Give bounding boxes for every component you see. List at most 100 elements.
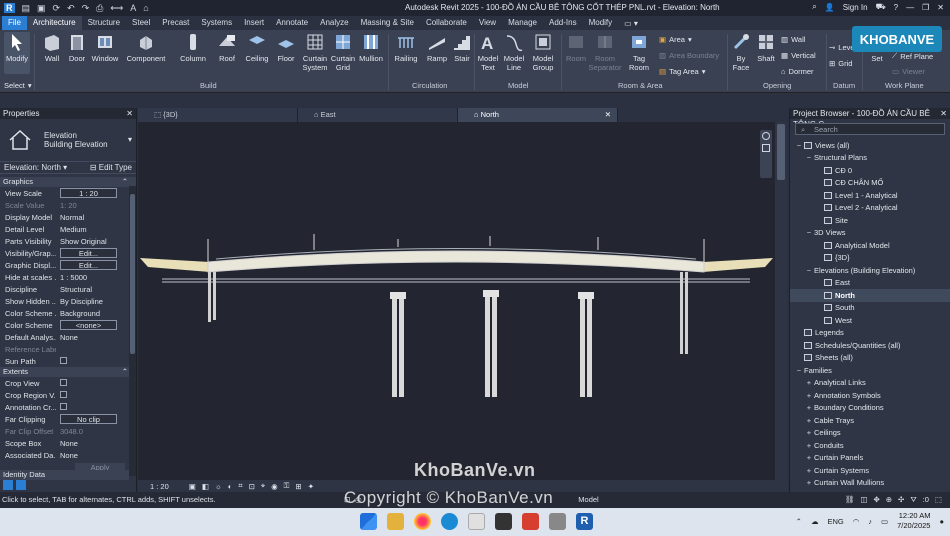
property-value[interactable]: None bbox=[56, 451, 136, 460]
property-value[interactable]: None bbox=[56, 439, 136, 448]
tab-precast[interactable]: Precast bbox=[156, 16, 195, 30]
property-value[interactable]: Edit... bbox=[56, 248, 136, 258]
property-row[interactable]: Detail Level Medium bbox=[0, 223, 136, 235]
tree-node[interactable]: − Views (all) bbox=[790, 139, 950, 152]
property-row[interactable]: Default Analys... None bbox=[0, 331, 136, 343]
tab-collaborate[interactable]: Collaborate bbox=[420, 16, 473, 30]
notifications-icon[interactable]: ● bbox=[939, 517, 944, 526]
property-row[interactable]: Scope Box None bbox=[0, 437, 136, 449]
property-value[interactable]: Background bbox=[56, 309, 136, 318]
property-row[interactable]: Discipline Structural bbox=[0, 283, 136, 295]
stair-button[interactable]: Stair bbox=[450, 32, 474, 63]
analytical-icon[interactable]: ⊞ bbox=[295, 482, 301, 491]
print-icon[interactable]: ⎙ bbox=[96, 3, 103, 14]
temp-hide-icon[interactable]: ⌖ bbox=[261, 481, 265, 491]
property-button[interactable]: 1 : 20 bbox=[60, 188, 117, 198]
model-line-button[interactable]: Model Line bbox=[502, 32, 526, 72]
modify-button[interactable]: Modify bbox=[4, 32, 30, 74]
tree-node[interactable]: West bbox=[790, 314, 950, 327]
property-value[interactable] bbox=[56, 390, 136, 400]
expand-toggle-icon[interactable]: + bbox=[804, 441, 814, 450]
expand-icon[interactable]: ⬚ bbox=[935, 492, 942, 508]
lang-indicator[interactable]: ENG bbox=[827, 517, 843, 526]
column-button[interactable]: Column bbox=[178, 32, 208, 63]
property-button[interactable]: Edit... bbox=[60, 260, 117, 270]
tree-node[interactable]: Level 2 - Analytical bbox=[790, 202, 950, 215]
curtain-system-button[interactable]: Curtain System bbox=[301, 32, 329, 72]
property-row[interactable]: Crop Region V... bbox=[0, 389, 136, 401]
property-value[interactable]: 3048.0 bbox=[56, 427, 136, 436]
tag-area-button[interactable]: ▤ Tag Area ▾ bbox=[659, 67, 705, 76]
revit-logo[interactable]: R bbox=[4, 3, 15, 13]
wifi-icon[interactable]: ◠ bbox=[853, 517, 860, 526]
tree-node[interactable]: + Conduits bbox=[790, 439, 950, 452]
close-icon[interactable]: ✕ bbox=[937, 3, 944, 12]
door-button[interactable]: Door bbox=[66, 32, 88, 63]
browser-search-input[interactable]: ⌕ Search bbox=[795, 123, 945, 135]
pin-icon[interactable]: ✥ bbox=[873, 492, 879, 508]
tree-node[interactable]: − Families bbox=[790, 364, 950, 377]
measure-icon[interactable]: ⟷ bbox=[110, 3, 123, 14]
cloud-icon[interactable]: ☁ bbox=[811, 517, 819, 526]
tree-node[interactable]: North bbox=[790, 289, 950, 302]
expand-toggle-icon[interactable]: + bbox=[804, 478, 814, 487]
grid-button[interactable]: ⊞ Grid bbox=[829, 59, 852, 68]
property-value[interactable]: Medium bbox=[56, 225, 136, 234]
property-row[interactable]: Scale Value 1: 20 bbox=[0, 199, 136, 211]
tree-node[interactable]: CĐ 0 bbox=[790, 164, 950, 177]
drag-icon[interactable]: ✣ bbox=[898, 492, 904, 508]
tab-analyze[interactable]: Analyze bbox=[314, 16, 354, 30]
tree-node[interactable]: + Curtain Systems bbox=[790, 464, 950, 477]
tree-node[interactable]: + Boundary Conditions bbox=[790, 402, 950, 415]
open-icon[interactable]: ▤ bbox=[22, 3, 31, 14]
tree-node[interactable]: CĐ CHÂN MỐ bbox=[790, 177, 950, 190]
properties-toggle-icon[interactable] bbox=[3, 480, 13, 490]
property-row[interactable]: Associated Da... None bbox=[0, 449, 136, 461]
expand-toggle-icon[interactable]: + bbox=[804, 391, 814, 400]
property-button[interactable]: <none> bbox=[60, 320, 117, 330]
tab-file[interactable]: File bbox=[2, 16, 27, 30]
expand-toggle-icon[interactable]: + bbox=[804, 403, 814, 412]
property-row[interactable]: Show Hidden ... By Discipline bbox=[0, 295, 136, 307]
expand-toggle-icon[interactable]: + bbox=[804, 428, 814, 437]
property-value[interactable] bbox=[56, 378, 136, 388]
sign-in-link[interactable]: Sign In bbox=[843, 3, 868, 12]
properties-scrollbar[interactable] bbox=[129, 186, 136, 476]
face-select-icon[interactable]: ⊕ bbox=[886, 492, 892, 508]
windows-start-icon[interactable] bbox=[360, 513, 377, 530]
tree-node[interactable]: {3D} bbox=[790, 252, 950, 265]
chrome-icon[interactable] bbox=[468, 513, 485, 530]
tree-node[interactable]: + Annotation Symbols bbox=[790, 389, 950, 402]
drawing-canvas[interactable]: KhoBanVe.vn bbox=[138, 122, 775, 480]
model-group-button[interactable]: Model Group bbox=[529, 32, 557, 72]
property-button[interactable]: Edit... bbox=[60, 248, 117, 258]
property-value[interactable]: Structural bbox=[56, 285, 136, 294]
ramp-button[interactable]: Ramp bbox=[424, 32, 450, 63]
app-dark-icon[interactable] bbox=[495, 513, 512, 530]
component-button[interactable]: Component bbox=[124, 32, 168, 63]
cart-icon[interactable]: ⛟ bbox=[876, 2, 886, 12]
property-row[interactable]: Hide at scales ... 1 : 5000 bbox=[0, 271, 136, 283]
property-value[interactable]: <none> bbox=[56, 320, 136, 330]
shadows-icon[interactable]: ◐ bbox=[228, 482, 233, 491]
redo-icon[interactable]: ↷ bbox=[82, 3, 90, 14]
tab-add-ins[interactable]: Add-Ins bbox=[543, 16, 583, 30]
mullion-button[interactable]: Mullion bbox=[357, 32, 385, 63]
view-tab-north[interactable]: ⌂ North ✕ bbox=[458, 108, 618, 122]
property-value[interactable]: 1: 20 bbox=[56, 201, 136, 210]
steering-wheel-icon[interactable] bbox=[762, 132, 770, 140]
text-icon[interactable]: A bbox=[130, 3, 136, 13]
link-icon[interactable]: ⛓ bbox=[845, 492, 855, 508]
tab-view[interactable]: View bbox=[473, 16, 502, 30]
tab-manage[interactable]: Manage bbox=[502, 16, 543, 30]
property-row[interactable]: Parts Visibility Show Original bbox=[0, 235, 136, 247]
property-row[interactable]: Annotation Cr... bbox=[0, 401, 136, 413]
tree-node[interactable]: + Cable Trays bbox=[790, 414, 950, 427]
group-identity[interactable]: Identity Data bbox=[0, 470, 129, 480]
office-icon[interactable] bbox=[522, 513, 539, 530]
maximize-icon[interactable]: ❐ bbox=[922, 3, 929, 12]
property-value[interactable] bbox=[56, 402, 136, 412]
tab-insert[interactable]: Insert bbox=[238, 16, 270, 30]
detail-level-icon[interactable]: ▣ bbox=[189, 482, 196, 491]
tree-node[interactable]: Schedules/Quantities (all) bbox=[790, 339, 950, 352]
